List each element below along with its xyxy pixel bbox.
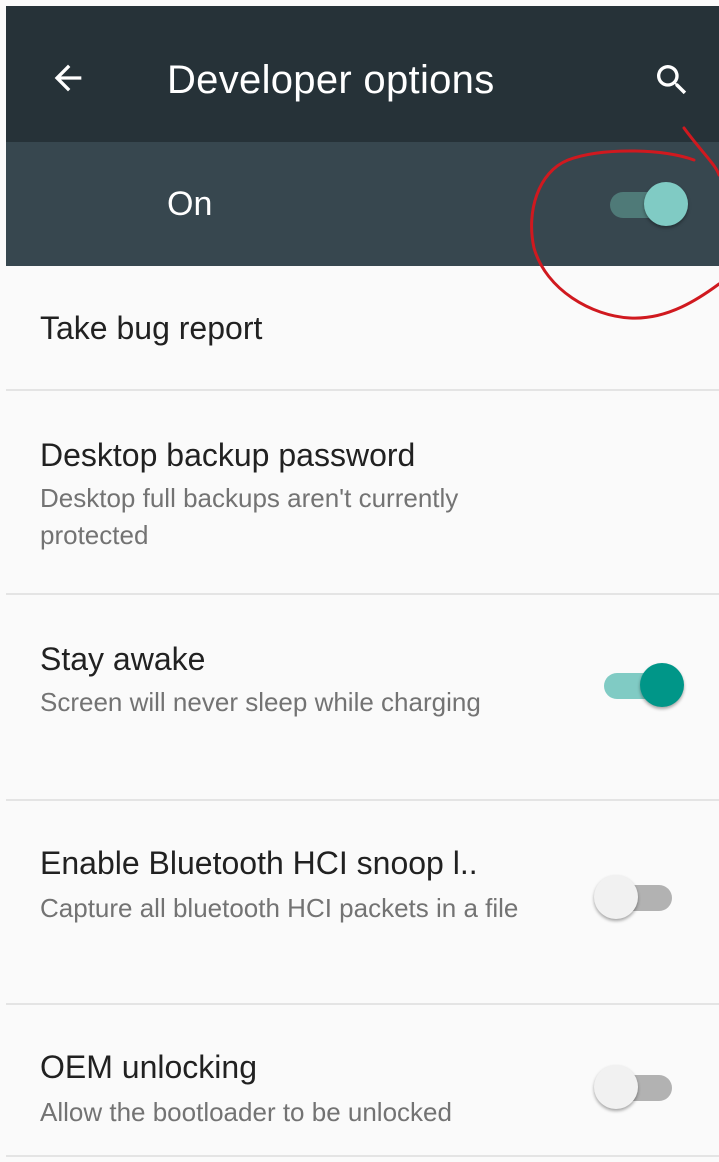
divider bbox=[6, 1155, 719, 1157]
setting-take-bug-report[interactable]: Take bug report bbox=[0, 266, 719, 390]
page-title: Developer options bbox=[167, 58, 495, 102]
switch-thumb bbox=[640, 663, 684, 707]
setting-summary: Desktop full backups aren't currently pr… bbox=[40, 483, 459, 550]
arrow-back-icon bbox=[54, 64, 82, 92]
setting-desktop-backup-password[interactable]: Desktop backup password Desktop full bac… bbox=[0, 391, 719, 593]
setting-bluetooth-hci-snoop[interactable]: Enable Bluetooth HCI snoop l.. Capture a… bbox=[0, 801, 719, 1003]
master-switch-bar[interactable]: On bbox=[6, 142, 719, 266]
setting-title: Take bug report bbox=[40, 310, 263, 346]
app-bar: Developer options bbox=[6, 6, 719, 142]
back-button[interactable] bbox=[40, 50, 96, 106]
setting-oem-unlocking[interactable]: OEM unlocking Allow the bootloader to be… bbox=[0, 1005, 719, 1141]
search-button[interactable] bbox=[644, 52, 700, 108]
setting-summary: Screen will never sleep while charging bbox=[40, 687, 481, 717]
setting-title: OEM unlocking bbox=[40, 1049, 257, 1085]
master-switch-thumb bbox=[644, 182, 688, 226]
setting-title: Enable Bluetooth HCI snoop l.. bbox=[40, 845, 478, 881]
setting-title: Desktop backup password bbox=[40, 437, 416, 473]
setting-summary: Allow the bootloader to be unlocked bbox=[40, 1097, 452, 1127]
master-switch-label: On bbox=[167, 185, 213, 223]
switch-thumb bbox=[594, 1065, 638, 1109]
setting-stay-awake[interactable]: Stay awake Screen will never sleep while… bbox=[0, 595, 719, 799]
developer-options-screen: Developer options On Take bug report Des… bbox=[0, 0, 719, 1162]
master-switch[interactable] bbox=[604, 178, 690, 230]
setting-summary: Capture all bluetooth HCI packets in a f… bbox=[40, 893, 519, 923]
oem-unlocking-switch[interactable] bbox=[592, 1061, 684, 1113]
switch-thumb bbox=[594, 875, 638, 919]
bluetooth-hci-snoop-switch[interactable] bbox=[592, 871, 684, 923]
search-icon bbox=[657, 65, 687, 95]
setting-title: Stay awake bbox=[40, 641, 206, 677]
stay-awake-switch[interactable] bbox=[592, 659, 684, 711]
